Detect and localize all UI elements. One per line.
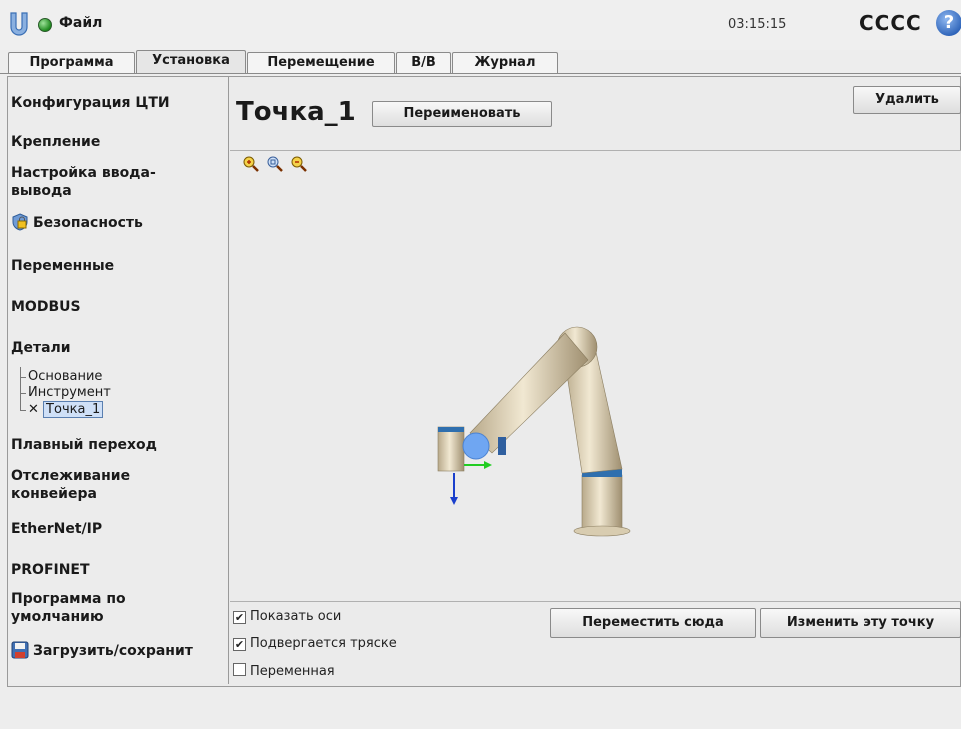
sidebar-item-safety[interactable]: Безопасность [11, 213, 143, 232]
main-tabs: Программа Установка Перемещение В/В Журн… [0, 50, 961, 74]
rename-button[interactable]: Переименовать [372, 101, 552, 127]
sidebar-item-load-save[interactable]: Загрузить/сохранит [11, 641, 193, 660]
move-here-button[interactable]: Переместить сюда [550, 608, 756, 638]
sidebar-item-conveyor-tracking[interactable]: Отслеживание конвейера [11, 467, 191, 503]
tree-connector [20, 377, 26, 378]
sidebar-item-default-program[interactable]: Программа по умолчанию [11, 590, 191, 626]
zoom-reset-icon[interactable] [267, 156, 283, 172]
robot-model-graphic [437, 326, 631, 537]
robot-status-icon [38, 18, 52, 32]
sidebar-item-safety-label: Безопасность [33, 215, 143, 231]
jogging-checkbox[interactable]: ✔ [233, 638, 246, 651]
sidebar-item-features[interactable]: Детали [11, 339, 71, 357]
variable-label: Переменная [250, 664, 335, 679]
tree-line [20, 367, 21, 411]
show-axes-label: Показать оси [250, 609, 342, 624]
floppy-disk-icon [11, 641, 29, 659]
variable-option[interactable]: Переменная [233, 663, 335, 679]
sidebar-item-profinet[interactable]: PROFINET [11, 561, 90, 579]
sidebar-item-mounting[interactable]: Крепление [11, 133, 100, 151]
sidebar-item-tcp-config[interactable]: Конфигурация ЦТИ [11, 94, 170, 112]
sidebar-item-variables[interactable]: Переменные [11, 257, 114, 275]
robot-3d-view[interactable] [230, 150, 961, 602]
change-point-button[interactable]: Изменить эту точку [760, 608, 961, 638]
zoom-in-icon[interactable] [243, 156, 259, 172]
zoom-out-icon[interactable] [291, 156, 307, 172]
tab-move[interactable]: Перемещение [247, 52, 395, 73]
tree-connector [20, 393, 26, 394]
delete-button[interactable]: Удалить [853, 86, 961, 114]
jogging-label: Подвергается тряске [250, 636, 397, 651]
sidebar-item-smooth-transition[interactable]: Плавный переход [11, 436, 157, 454]
top-bar: Файл 03:15:15 CCCC ? [0, 0, 961, 50]
tree-item-point-label: Точка_1 [43, 401, 104, 418]
sidebar-item-io-setup[interactable]: Настройка ввода-вывода [11, 164, 201, 200]
file-menu[interactable]: Файл [59, 15, 102, 31]
clock: 03:15:15 [728, 17, 787, 32]
tab-io[interactable]: В/В [396, 52, 451, 73]
tree-connector [20, 410, 26, 411]
tab-divider [0, 73, 961, 74]
page-title: Точка_1 [236, 97, 356, 127]
installation-sidebar: Конфигурация ЦТИ Крепление Настройка вво… [8, 77, 228, 683]
tab-program[interactable]: Программа [8, 52, 135, 73]
tree-item-tool[interactable]: Инструмент [20, 385, 111, 400]
tree-item-point[interactable]: ✕ Точка_1 [20, 401, 104, 418]
sidebar-item-load-save-label: Загрузить/сохранит [33, 643, 193, 659]
sidebar-item-modbus[interactable]: MODBUS [11, 298, 81, 316]
help-icon[interactable]: ? [936, 10, 961, 36]
variable-checkbox[interactable] [233, 663, 246, 676]
tab-log[interactable]: Журнал [452, 52, 558, 73]
tree-item-tool-label: Инструмент [28, 385, 111, 400]
tree-item-base-label: Основание [28, 369, 103, 384]
tree-item-base[interactable]: Основание [20, 369, 103, 384]
jogging-option[interactable]: ✔ Подвергается тряске [233, 636, 397, 651]
sidebar-divider [228, 77, 229, 684]
show-axes-option[interactable]: ✔ Показать оси [233, 609, 341, 624]
point-feature-icon: ✕ [28, 402, 39, 417]
show-axes-checkbox[interactable]: ✔ [233, 611, 246, 624]
ur-logo-icon [10, 12, 28, 36]
robot-name: CCCC [859, 11, 922, 35]
tab-installation[interactable]: Установка [136, 50, 246, 74]
shield-lock-icon [12, 213, 28, 231]
sidebar-item-ethernet-ip[interactable]: EtherNet/IP [11, 520, 102, 538]
